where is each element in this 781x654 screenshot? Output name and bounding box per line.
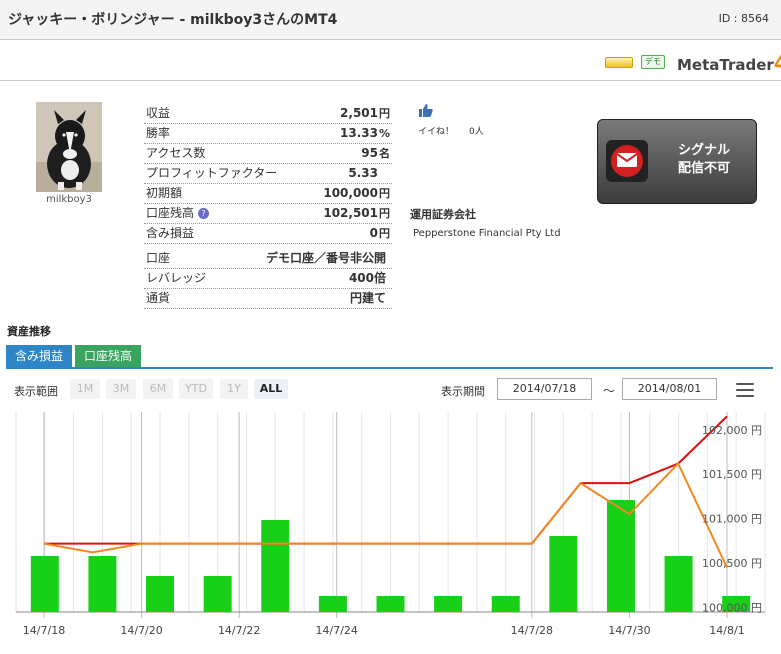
signal-label: シグナル 配信不可 (677, 143, 730, 176)
tab-balance[interactable]: 口座残高 (75, 345, 141, 367)
range-6m-button[interactable]: 6M (143, 379, 173, 399)
dog-photo-icon (36, 102, 102, 192)
date-to-input[interactable]: 2014/08/01 (622, 378, 717, 400)
x-tick-label: 14/8/1 (709, 624, 744, 637)
logo-text: MetaTrader (677, 56, 774, 74)
stat-row: 勝率 13.33% (144, 124, 392, 144)
range-label: 表示範囲 (14, 385, 58, 398)
chart-bar (606, 500, 635, 612)
broker-heading: 運用証券会社 (410, 208, 476, 221)
chart-grid (15, 412, 766, 618)
y-tick-label: 102,000 円 (702, 424, 762, 437)
chart-bar (261, 520, 290, 612)
y-tick-label: 100,500 円 (702, 557, 762, 570)
tab-unrealized-pnl[interactable]: 含み損益 (6, 345, 72, 367)
asset-history-title: 資産推移 (7, 325, 51, 338)
help-icon[interactable]: ? (198, 208, 210, 219)
y-tick-label: 100,000 円 (702, 602, 762, 615)
stat-row: 通貨 円建て (144, 289, 392, 309)
stat-row: レバレッジ 400倍 (144, 269, 392, 289)
like-label: イイね！ (418, 127, 455, 137)
thumbs-up-icon[interactable] (419, 104, 433, 117)
range-1y-button[interactable]: 1Y (220, 379, 248, 399)
asset-chart: 100,000 円 100,500 円 101,000 円 101,500 円 102,… (15, 412, 766, 637)
x-tick-label: 14/7/30 (608, 624, 650, 637)
account-info: milkboy3 収益 2,501 円 勝率 13.33% アクセス数 95 名 プロフィ… (0, 82, 781, 310)
chart-bar (30, 556, 59, 612)
x-tick-label: 14/7/20 (120, 624, 162, 637)
like-count: 0人 (469, 127, 484, 137)
stat-row: 含み損益 0 円 (144, 224, 392, 244)
x-tick-label: 14/7/18 (23, 624, 65, 637)
logo-number: 4 (773, 51, 781, 75)
metatrader-logo: MetaTrader4 (677, 51, 781, 75)
period-label: 表示期間 (441, 385, 485, 398)
x-tick-label: 14/7/28 (511, 624, 553, 637)
x-tick-label: 14/7/24 (316, 624, 358, 637)
brand-bar: デモ MetaTrader4 (0, 41, 781, 81)
date-from-input[interactable]: 2014/07/18 (497, 378, 592, 400)
chart-bar (88, 556, 117, 612)
chart-bar (664, 556, 693, 612)
y-tick-label: 101,000 円 (702, 513, 762, 526)
signal-button[interactable]: シグナル 配信不可 (597, 119, 757, 204)
page-title: ジャッキー・ボリンジャー - milkboy3さんのMT4 (8, 12, 338, 28)
range-all-button[interactable]: ALL (254, 379, 288, 399)
demo-badge: デモ (641, 55, 665, 69)
range-3m-button[interactable]: 3M (106, 379, 136, 399)
broker-name: Pepperstone Financial Pty Ltd (413, 228, 561, 239)
range-1m-button[interactable]: 1M (70, 379, 100, 399)
mail-icon (606, 140, 648, 182)
date-separator: 〜 (603, 384, 616, 398)
x-tick-label: 14/7/22 (218, 624, 260, 637)
tab-underline (6, 367, 773, 369)
chart-bar (203, 576, 232, 612)
hamburger-menu-icon[interactable] (736, 383, 754, 397)
stat-row: 初期額 100,000 円 (144, 184, 392, 204)
y-tick-label: 101,500 円 (702, 468, 762, 481)
stat-row: プロフィットファクター 5.33 (144, 164, 392, 184)
chart-bar (376, 596, 405, 612)
profile-name[interactable]: milkboy3 (36, 194, 102, 205)
chart-bar (549, 536, 578, 612)
avatar[interactable] (36, 102, 102, 192)
stats-table: 収益 2,501 円 勝率 13.33% アクセス数 95 名 プロフィットファクター 5.… (144, 104, 392, 309)
stat-row: 口座 デモ口座／番号非公開 (144, 249, 392, 269)
stat-row: 口座残高? 102,501 円 (144, 204, 392, 224)
yellow-badge-icon (605, 57, 633, 68)
y-axis-labels: 100,000 円 100,500 円 101,000 円 101,500 円 102,… (702, 424, 762, 615)
stat-row: アクセス数 95 名 (144, 144, 392, 164)
chart-bar (318, 596, 347, 612)
chart-bar (434, 596, 463, 612)
top-bar: ジャッキー・ボリンジャー - milkboy3さんのMT4 ID : 8564 (0, 0, 781, 40)
x-axis-labels: 14/7/18 14/7/20 14/7/22 14/7/24 14/7/28 14/7/… (23, 624, 745, 637)
chart-bar (146, 576, 175, 612)
stat-row: 収益 2,501 円 (144, 104, 392, 124)
chart-bar (491, 596, 520, 612)
account-id: ID : 8564 (718, 12, 769, 25)
range-ytd-button[interactable]: YTD (179, 379, 213, 399)
